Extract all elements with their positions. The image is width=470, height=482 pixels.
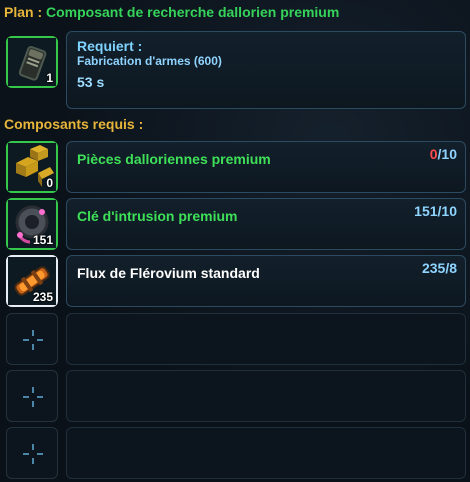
component-1-have: 0 [429,146,438,162]
component-panel-3[interactable]: Flux de Flérovium standard 235/8 [66,255,466,307]
component-3-owned-qty: 235 [32,290,53,304]
craft-time: 53 s [77,74,105,90]
empty-slot-marker-icon [23,444,43,464]
empty-slot-marker-icon [23,330,43,350]
component-1-count: 0/10 [430,146,457,162]
plan-header-label: Plan : [4,4,43,20]
component-2-name: Clé d'intrusion premium [77,208,238,224]
component-slot-2[interactable]: 151 [6,198,58,250]
component-slot-3[interactable]: 235 [6,255,58,307]
empty-slot-marker-icon [23,387,43,407]
component-2-count: 151/10 [414,203,457,219]
component-1-name: Pièces dalloriennes premium [77,151,271,167]
plan-header: Plan : Composant de recherche dallorien … [4,4,339,20]
component-2-owned-qty: 151 [32,233,53,247]
component-3-have: 235 [421,260,446,276]
component-1-owned-qty: 0 [46,176,53,190]
components-section-title: Composants requis : [4,116,144,132]
empty-component-panel-2 [66,370,466,422]
empty-component-panel-1 [66,313,466,365]
requires-label: Requiert : [77,38,143,54]
required-skill: Fabrication d'armes (600) [77,54,222,68]
component-slot-1[interactable]: 0 [6,141,58,193]
plan-item-slot[interactable]: 1 [6,36,58,88]
component-3-name: Flux de Flérovium standard [77,265,260,281]
empty-component-slot-2 [6,370,58,422]
component-panel-2[interactable]: Clé d'intrusion premium 151/10 [66,198,466,250]
plan-item-qty: 1 [46,71,53,85]
plan-header-title: Composant de recherche dallorien premium [46,4,340,20]
empty-component-slot-3 [6,427,58,479]
component-2-have: 151 [414,203,438,219]
empty-component-panel-3 [66,427,466,479]
empty-component-slot-1 [6,313,58,365]
requirements-panel: Requiert : Fabrication d'armes (600) 53 … [66,31,466,109]
component-3-need: 8 [449,260,457,276]
component-1-need: 10 [441,146,457,162]
component-3-count: 235/8 [422,260,457,276]
component-panel-1[interactable]: Pièces dalloriennes premium 0/10 [66,141,466,193]
component-2-need: 10 [441,203,457,219]
